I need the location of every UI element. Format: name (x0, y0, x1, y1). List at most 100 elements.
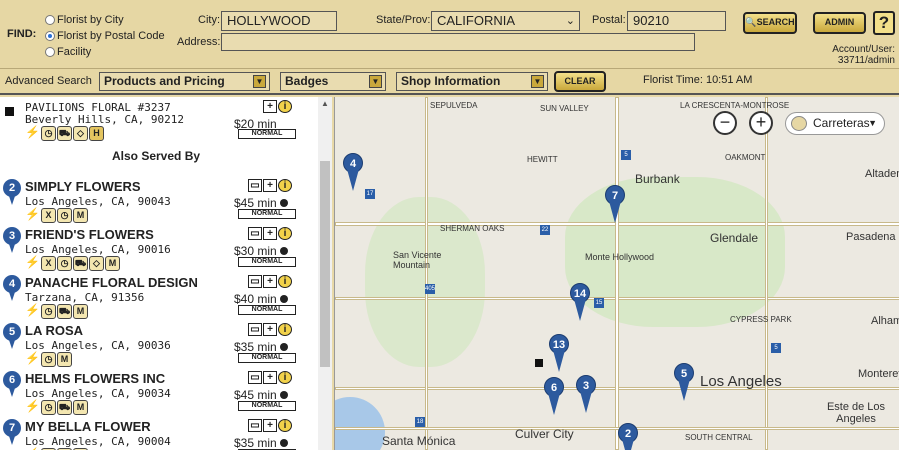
admin-button[interactable]: ADMIN (813, 12, 866, 34)
tag-icon: ◇ (89, 256, 104, 271)
also-served-heading: Also Served By (112, 149, 201, 163)
list-scrollbar[interactable]: ▲ (318, 97, 332, 450)
zoom-out-button[interactable]: − (713, 111, 737, 135)
address-field[interactable] (221, 33, 695, 51)
florist-actions: ▭ + i (248, 179, 296, 193)
list-pin-tail (8, 385, 16, 397)
primary-actions: + i (263, 100, 311, 114)
list-item[interactable]: 4 PANACHE FLORAL DESIGN Tarzana, CA, 91356… (0, 273, 300, 321)
florist-name[interactable]: LA ROSA (25, 323, 83, 338)
city-field[interactable]: HOLLYWOOD (221, 11, 337, 31)
map-pin[interactable]: 2 (618, 423, 638, 450)
scroll-up-icon[interactable]: ▲ (321, 99, 329, 108)
m-badge-icon: M (105, 256, 120, 271)
add-icon[interactable]: + (263, 371, 277, 384)
products-pricing-dropdown[interactable]: Products and Pricing ▼ (99, 72, 270, 91)
chevron-down-icon: ▼ (868, 118, 877, 128)
advanced-search-label: Advanced Search (5, 75, 92, 87)
map-pin[interactable]: 7 (605, 185, 625, 223)
list-pin: 2 (3, 179, 21, 205)
place-label: SOUTH CENTRAL (685, 433, 753, 442)
search-button[interactable]: 🔍SEARCH (743, 12, 797, 34)
info-icon[interactable]: i (278, 179, 292, 192)
status-dot-icon (280, 391, 288, 399)
radio-facility[interactable] (45, 47, 55, 57)
list-item[interactable]: 3 FRIEND'S FLOWERS Los Angeles, CA, 90016 ⚡… (0, 225, 300, 273)
place-label: Alhambra (871, 315, 899, 327)
chevron-down-icon: ⌄ (565, 15, 575, 27)
map-layer-button[interactable]: Carreteras ▼ (785, 112, 885, 135)
info-icon[interactable]: i (278, 275, 292, 288)
list-item[interactable]: 5 LA ROSA Los Angeles, CA, 90036 ⚡ ◷ M ▭ + i $35 … (0, 321, 300, 369)
add-icon[interactable]: + (263, 227, 277, 240)
info-icon[interactable]: i (278, 419, 292, 432)
message-icon[interactable]: ▭ (248, 419, 262, 432)
florist-actions: ▭ + i (248, 371, 296, 385)
radio-florist-by-postal[interactable] (45, 31, 55, 41)
add-icon[interactable]: + (263, 419, 277, 432)
list-item-primary[interactable]: PAVILIONS FLORAL #3237 Beverly Hills, CA… (0, 97, 300, 145)
place-label: OAKMONT (725, 153, 766, 162)
list-pin: 6 (3, 371, 21, 397)
map-view[interactable]: SEPULVEDA SUN VALLEY LA CRESCENTA-MONTRO… (334, 97, 899, 450)
florist-actions: ▭ + i (248, 419, 296, 433)
badges-dropdown[interactable]: Badges ▼ (280, 72, 386, 91)
postal-field[interactable]: 90210 (627, 11, 726, 31)
message-icon[interactable]: ▭ (248, 323, 262, 336)
florist-badges: ⚡ X ◷ ⛟ ◇ M (25, 255, 121, 271)
florist-name[interactable]: MY BELLA FLOWER (25, 419, 151, 434)
florist-min: $40 min (234, 292, 277, 306)
map-pin[interactable]: 4 (343, 153, 363, 191)
info-icon[interactable]: i (278, 227, 292, 240)
florist-status: NORMAL (238, 401, 296, 411)
add-icon[interactable]: + (263, 275, 277, 288)
state-label: State/Prov: (376, 14, 431, 26)
message-icon[interactable]: ▭ (248, 275, 262, 288)
status-dot-icon (280, 295, 288, 303)
map-pin-tail (580, 391, 592, 413)
florist-min: $35 min (234, 436, 277, 450)
info-icon[interactable]: i (278, 371, 292, 384)
map-pin-tail (678, 379, 690, 401)
search-icon: 🔍 (745, 17, 757, 27)
status-dot-icon (280, 199, 288, 207)
clear-button[interactable]: CLEAR (554, 71, 606, 92)
map-pin[interactable]: 14 (570, 283, 590, 321)
info-icon[interactable]: i (278, 100, 292, 113)
road (335, 427, 899, 430)
address-label: Address: (177, 36, 221, 48)
list-item[interactable]: 6 HELMS FLOWERS INC Los Angeles, CA, 90034… (0, 369, 300, 417)
radio-florist-by-city[interactable] (45, 15, 55, 25)
list-pin: 4 (3, 275, 21, 301)
list-item[interactable]: 2 SIMPLY FLOWERS Los Angeles, CA, 90043 ⚡ X ◷… (0, 177, 300, 225)
message-icon[interactable]: ▭ (248, 227, 262, 240)
list-item[interactable]: 7MY BELLA FLOWERLos Angeles, CA, 90004⚡◷… (0, 417, 300, 450)
florist-name[interactable]: SIMPLY FLOWERS (25, 179, 141, 194)
shop-information-dropdown[interactable]: Shop Information ▼ (396, 72, 548, 91)
zoom-in-button[interactable]: + (749, 111, 773, 135)
message-icon[interactable]: ▭ (248, 371, 262, 384)
florist-status: NORMAL (238, 305, 296, 315)
add-icon[interactable]: + (263, 323, 277, 336)
state-value: CALIFORNIA (437, 13, 516, 28)
florist-name[interactable]: FRIEND'S FLOWERS (25, 227, 154, 242)
x-badge-icon: X (41, 208, 56, 223)
state-select[interactable]: CALIFORNIA ⌄ (431, 11, 580, 31)
map-pin[interactable]: 3 (576, 375, 596, 413)
add-icon[interactable]: + (263, 179, 277, 192)
map-pin[interactable]: 13 (549, 334, 569, 372)
scroll-thumb[interactable] (320, 161, 330, 367)
help-button[interactable]: ? (873, 11, 895, 35)
map-pin[interactable]: 5 (674, 363, 694, 401)
primary-marker-icon (535, 359, 543, 367)
add-icon[interactable]: + (263, 100, 277, 113)
message-icon[interactable]: ▭ (248, 179, 262, 192)
status-dot-icon (280, 439, 288, 447)
info-icon[interactable]: i (278, 323, 292, 336)
map-pin[interactable]: 6 (544, 377, 564, 415)
freeway-shield-icon: 22 (540, 225, 550, 235)
florist-name[interactable]: PANACHE FLORAL DESIGN (25, 275, 198, 290)
chevron-down-icon: ▼ (369, 75, 382, 88)
place-label: Monterey (858, 368, 899, 380)
florist-name[interactable]: HELMS FLOWERS INC (25, 371, 165, 386)
